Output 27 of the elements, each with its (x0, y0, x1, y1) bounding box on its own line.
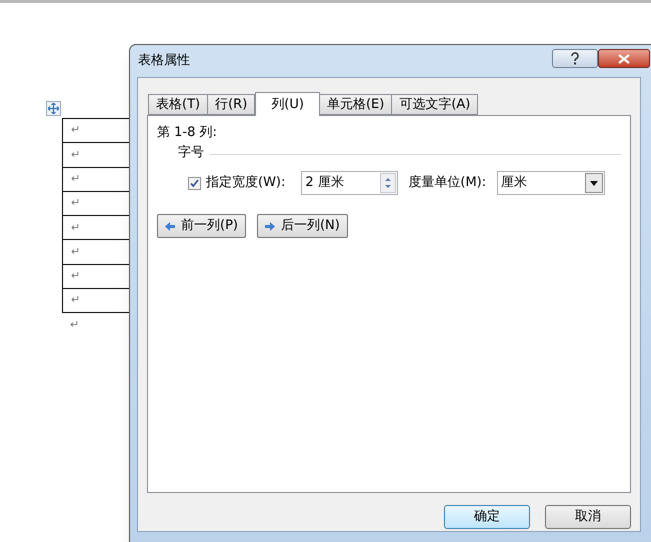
spin-arrows-icon (380, 173, 396, 193)
tab[interactable]: 单元格(E) (318, 94, 392, 115)
dropdown-caret-icon (585, 173, 604, 193)
width-label: 指定宽度(W): (206, 174, 286, 192)
paragraph-mark: ↵ (69, 317, 80, 334)
group-label: 字号 (178, 144, 204, 162)
width-spin-field[interactable]: 2 厘米 (301, 171, 398, 195)
previous-column-button[interactable]: 前一列(P) (157, 214, 246, 238)
help-icon (570, 52, 580, 65)
left-arrow-icon (165, 222, 175, 230)
width-checkbox[interactable] (188, 176, 201, 190)
cancel-button[interactable]: 取消 (545, 505, 631, 529)
help-button[interactable] (552, 49, 598, 68)
table-move-handle-icon (46, 101, 61, 116)
tab[interactable]: 表格(T) (148, 94, 208, 115)
tab[interactable]: 可选文字(A) (391, 94, 478, 115)
column-range-label: 第 1-8 列: (157, 124, 218, 142)
right-arrow-icon (264, 222, 275, 230)
next-column-button[interactable]: 后一列(N) (256, 214, 348, 238)
close-button[interactable] (598, 49, 650, 68)
unit-dropdown[interactable]: 厘米 (497, 171, 606, 195)
tab[interactable]: 行(R) (207, 94, 256, 115)
unit-label: 度量单位(M): (408, 174, 486, 192)
window-title: 表格属性 (138, 52, 190, 70)
ok-button[interactable]: 确定 (444, 505, 530, 529)
close-icon (618, 54, 630, 64)
tab[interactable]: 列(U) (255, 92, 320, 116)
